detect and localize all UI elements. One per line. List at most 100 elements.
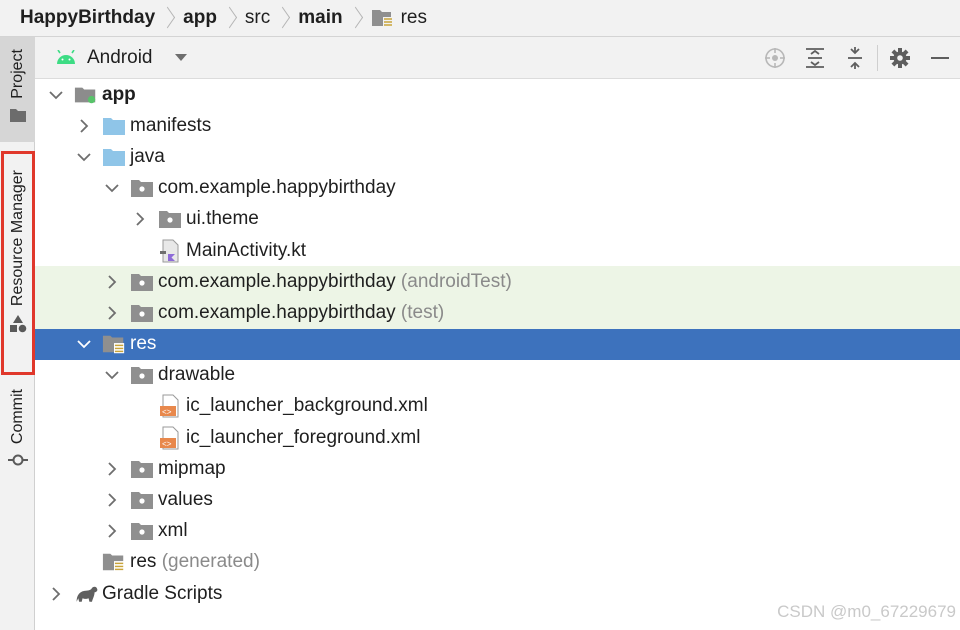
breadcrumb-label: src: [244, 7, 271, 28]
watermark: CSDN @m0_67229679: [777, 602, 956, 621]
chevron-down-icon[interactable]: [47, 86, 65, 104]
tree-item-name: java: [130, 145, 165, 167]
chevron-right-icon[interactable]: [103, 273, 121, 291]
module-folder-icon: [74, 84, 98, 106]
view-mode-dropdown[interactable]: Android: [35, 37, 187, 78]
tree-item-name: manifests: [130, 114, 212, 136]
tree-row[interactable]: res: [35, 328, 960, 360]
tree-row[interactable]: <> ic_launcher_background.xml: [35, 391, 960, 422]
expand-all-button[interactable]: [795, 37, 835, 79]
tree-row[interactable]: com.example.happybirthday: [35, 173, 960, 204]
tree-item-name: res: [130, 333, 157, 355]
xml-file-icon: <>: [158, 394, 182, 418]
chevron-right-icon[interactable]: [47, 585, 65, 603]
settings-button[interactable]: [880, 37, 920, 79]
hide-panel-button[interactable]: [920, 37, 960, 79]
tree-row[interactable]: <> ic_launcher_foreground.xml: [35, 422, 960, 453]
package-folder-icon: [130, 489, 154, 511]
package-folder-icon: [130, 364, 154, 386]
package-folder-icon: [158, 208, 182, 230]
package-folder-icon: [130, 271, 154, 293]
tree-row[interactable]: res (generated): [35, 547, 960, 578]
chevron-down-icon[interactable]: [103, 366, 121, 384]
select-opened-file-button[interactable]: [755, 37, 795, 79]
tree-row[interactable]: drawable: [35, 360, 960, 391]
locate-icon: [765, 48, 785, 68]
tree-item-suffix: (androidTest): [400, 270, 512, 292]
tree-row[interactable]: java: [35, 141, 960, 172]
chevron-right-icon[interactable]: [103, 460, 121, 478]
chevron-right-icon[interactable]: [103, 491, 121, 509]
breadcrumb-separator: [351, 8, 361, 28]
tree-row[interactable]: mipmap: [35, 453, 960, 484]
tree-item-label: values: [158, 489, 213, 511]
tree-item-label: com.example.happybirthday (test): [158, 302, 444, 324]
tree-item-label: xml: [158, 520, 188, 542]
package-folder-icon: [130, 458, 154, 480]
breadcrumb-item[interactable]: src: [245, 7, 270, 29]
chevron-down-icon[interactable]: [103, 179, 121, 197]
svg-text:<>: <>: [162, 440, 172, 449]
tree-item-label: java: [130, 146, 165, 168]
breadcrumb-separator: [163, 8, 173, 28]
tree-item-label: ic_launcher_foreground.xml: [186, 427, 420, 449]
kotlin-file-icon: [158, 239, 182, 263]
breadcrumb-label: HappyBirthday: [20, 7, 156, 28]
tree-item-label: drawable: [158, 364, 235, 386]
package-folder-icon: [130, 177, 154, 199]
tree-item-name: values: [158, 489, 213, 511]
tree-item-name: Gradle Scripts: [102, 582, 223, 604]
gear-icon: [890, 48, 910, 68]
chevron-right-icon[interactable]: [103, 522, 121, 540]
folder-icon: [102, 115, 126, 137]
package-folder-icon: [130, 520, 154, 542]
chevron-right-icon[interactable]: [131, 210, 149, 228]
tree-row[interactable]: xml: [35, 516, 960, 547]
android-icon: [57, 49, 75, 64]
tree-item-name: com.example.happybirthday: [158, 177, 396, 199]
breadcrumb-item[interactable]: HappyBirthday: [20, 7, 155, 29]
commit-tool-button[interactable]: Commit: [0, 387, 35, 482]
chevron-right-icon[interactable]: [103, 304, 121, 322]
chevron-right-icon[interactable]: [75, 117, 93, 135]
tree-item-label: ui.theme: [186, 208, 259, 230]
chevron-down-icon[interactable]: [75, 148, 93, 166]
tree-row[interactable]: com.example.happybirthday (androidTest): [35, 266, 960, 298]
tree-item-name: xml: [158, 520, 188, 542]
tree-row[interactable]: ui.theme: [35, 204, 960, 235]
collapse-all-button[interactable]: [835, 37, 875, 79]
view-mode-label: Android: [87, 46, 153, 68]
tree-item-label: ic_launcher_background.xml: [186, 395, 428, 417]
breadcrumb-item[interactable]: main: [298, 7, 342, 29]
project-tool-button[interactable]: Project: [0, 37, 35, 142]
breadcrumb: HappyBirthday app src main res: [0, 0, 960, 37]
tree-item-name: com.example.happybirthday: [158, 270, 396, 292]
res-folder-icon: [371, 9, 395, 27]
tree-item-name: ic_launcher_foreground.xml: [186, 426, 421, 448]
tree-item-label: res: [130, 333, 156, 355]
tree-item-label: app: [102, 84, 136, 106]
tool-window-strip: Project Resource Manager Commit: [0, 37, 35, 630]
chevron-down-icon: [174, 54, 187, 61]
resource-manager-highlight: [1, 151, 35, 375]
xml-file-icon: <>: [158, 426, 182, 450]
tree-item-label: res (generated): [130, 551, 260, 573]
tree-item-name: res: [130, 551, 157, 573]
resource-folder-icon: [102, 551, 126, 573]
hide-icon: [931, 57, 949, 59]
tree-row[interactable]: manifests: [35, 110, 960, 141]
tree-item-name: ui.theme: [186, 208, 259, 230]
tree-item-name: mipmap: [158, 457, 226, 479]
resource-folder-icon: [102, 333, 126, 355]
tree-row[interactable]: app: [35, 79, 960, 110]
tree-item-name: MainActivity.kt: [186, 239, 307, 261]
expand-all-icon: [806, 48, 824, 68]
tree-row[interactable]: com.example.happybirthday (test): [35, 297, 960, 329]
breadcrumb-item[interactable]: app: [183, 7, 217, 29]
tree-row[interactable]: MainActivity.kt: [35, 235, 960, 266]
tree-item-label: com.example.happybirthday: [158, 177, 396, 199]
tree-row[interactable]: values: [35, 484, 960, 515]
toolbar-separator: [877, 45, 878, 71]
chevron-down-icon[interactable]: [75, 335, 93, 353]
breadcrumb-item[interactable]: res: [371, 7, 427, 29]
